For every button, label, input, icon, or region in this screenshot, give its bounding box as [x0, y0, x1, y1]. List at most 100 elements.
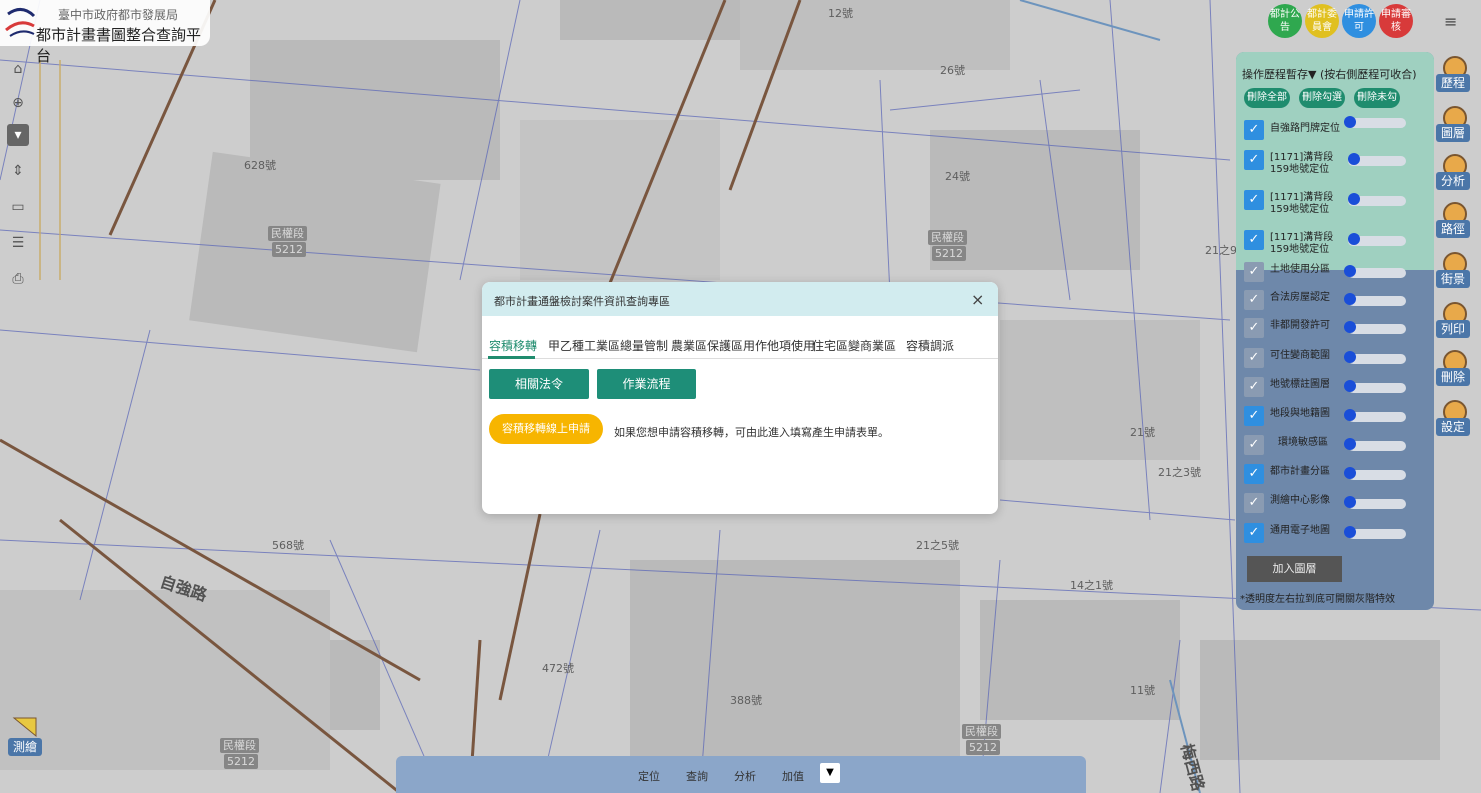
opacity-slider-knob[interactable] — [1344, 496, 1356, 508]
checkbox[interactable]: ✓ — [1244, 406, 1264, 426]
active-tab-indicator — [488, 356, 535, 359]
ruler-icon[interactable]: ▭ — [7, 196, 29, 218]
checkbox[interactable]: ✓ — [1244, 230, 1264, 250]
tab-volume-transfer[interactable]: 容積移轉 — [489, 337, 537, 354]
opacity-slider-knob[interactable] — [1344, 116, 1356, 128]
apply-permit-button[interactable]: 申請許可 — [1342, 4, 1376, 38]
opacity-slider-track[interactable] — [1348, 268, 1406, 278]
opacity-slider-knob[interactable] — [1344, 380, 1356, 392]
tab-volume-allocation[interactable]: 容積調派 — [906, 337, 954, 354]
opacity-slider-track[interactable] — [1348, 354, 1406, 364]
checkbox[interactable]: ✓ — [1244, 262, 1264, 282]
opacity-slider-track[interactable] — [1348, 324, 1406, 334]
opacity-slider-knob[interactable] — [1344, 265, 1356, 277]
measure-button[interactable]: 測繪 — [8, 716, 42, 756]
opacity-slider-track[interactable] — [1348, 499, 1406, 509]
history-title[interactable]: 操作歷程暫存▼ (按右側歷程可收合) — [1242, 66, 1417, 82]
layer-label: 地段與地籍圖 — [1270, 408, 1330, 419]
layer-item[interactable]: ✓ 地號標註圖層 — [1244, 375, 1429, 397]
route-side-button[interactable]: 路徑 — [1436, 202, 1470, 242]
streetview-side-button[interactable]: 街景 — [1436, 252, 1470, 292]
compass-icon[interactable]: ⇕ — [7, 160, 29, 182]
checkbox[interactable]: ✓ — [1244, 348, 1264, 368]
checkbox[interactable]: ✓ — [1244, 318, 1264, 338]
agency-name: 臺中市政府都市發展局 — [58, 8, 179, 22]
opacity-slider-track[interactable] — [1348, 118, 1406, 128]
tab-residential-to-commercial[interactable]: 住宅區變商業區 — [812, 337, 896, 354]
platform-title: 都市計畫書圖整合查詢平台 — [36, 26, 202, 65]
print-side-button[interactable]: 列印 — [1436, 302, 1470, 342]
delete-all-button[interactable]: 刪除全部 — [1244, 88, 1290, 108]
checkbox[interactable]: ✓ — [1244, 435, 1264, 455]
analysis-side-button[interactable]: 分析 — [1436, 154, 1470, 194]
opacity-slider-knob[interactable] — [1348, 153, 1360, 165]
layer-label: 測繪中心影像 — [1270, 495, 1330, 506]
opacity-slider-knob[interactable] — [1344, 409, 1356, 421]
opacity-slider-knob[interactable] — [1344, 351, 1356, 363]
opacity-slider-knob[interactable] — [1348, 193, 1360, 205]
workflow-button[interactable]: 作業流程 — [597, 369, 696, 399]
close-icon[interactable]: × — [971, 290, 984, 309]
opacity-slider-knob[interactable] — [1348, 233, 1360, 245]
delete-checked-button[interactable]: 刪除勾選 — [1299, 88, 1345, 108]
opacity-slider-track[interactable] — [1348, 441, 1406, 451]
opacity-slider-knob[interactable] — [1344, 438, 1356, 450]
checkbox[interactable]: ✓ — [1244, 493, 1264, 513]
history-item[interactable]: ✓ [1171]溝背段 159地號定位 — [1244, 188, 1429, 218]
history-item[interactable]: ✓ 自強路門牌定位 — [1244, 116, 1429, 140]
layer-item[interactable]: ✓ 非都開發許可 — [1244, 316, 1429, 338]
collapse-icon[interactable]: ▾ — [7, 124, 29, 146]
home-icon[interactable]: ⌂ — [7, 58, 29, 80]
layer-item[interactable]: ✓ 都市計畫分區 — [1244, 462, 1429, 484]
opacity-slider-track[interactable] — [1348, 529, 1406, 539]
add-layer-button[interactable]: 加入圖層 — [1247, 556, 1342, 582]
tab-agricultural-use[interactable]: 農業區保護區用作他項使用 — [671, 337, 815, 354]
layer-item[interactable]: ✓ 合法房屋認定 — [1244, 288, 1429, 310]
opacity-slider-track[interactable] — [1348, 383, 1406, 393]
history-item[interactable]: ✓ [1171]溝背段 159地號定位 — [1244, 148, 1429, 178]
site-logo[interactable]: 臺中市政府都市發展局 都市計畫書圖整合查詢平台 — [0, 0, 210, 65]
layer-item[interactable]: ✓ 環境敏感區 — [1244, 433, 1429, 455]
opacity-slider-track[interactable] — [1348, 296, 1406, 306]
layers-side-button[interactable]: 圖層 — [1436, 106, 1470, 146]
checkbox[interactable]: ✓ — [1244, 120, 1264, 140]
checkbox[interactable]: ✓ — [1244, 190, 1264, 210]
layer-item[interactable]: ✓ 土地使用分區 — [1244, 260, 1429, 282]
history-side-button[interactable]: 歷程 — [1436, 56, 1470, 96]
checkbox[interactable]: ✓ — [1244, 290, 1264, 310]
online-apply-button[interactable]: 容積移轉線上申請 — [489, 414, 603, 444]
tab-divider — [482, 358, 998, 359]
plan-committee-button[interactable]: 都計委員會 — [1305, 4, 1339, 38]
delete-unchecked-button[interactable]: 刪除未勾 — [1354, 88, 1400, 108]
bottom-toggle-button[interactable]: ▼ — [820, 763, 840, 783]
layer-item[interactable]: ✓ 可住變商範圍 — [1244, 346, 1429, 368]
menu-icon[interactable]: ≡ — [1444, 12, 1457, 31]
delete-side-button[interactable]: 刪除 — [1436, 350, 1470, 390]
history-item[interactable]: ✓ [1171]溝背段 159地號定位 — [1244, 228, 1429, 258]
locate-icon[interactable]: ⊕ — [7, 92, 29, 114]
analysis-tab[interactable]: 分析 — [734, 768, 756, 784]
query-tab[interactable]: 查詢 — [686, 768, 708, 784]
settings-side-button[interactable]: 設定 — [1436, 400, 1470, 440]
opacity-slider-knob[interactable] — [1344, 321, 1356, 333]
layers-icon[interactable]: ☰ — [7, 232, 29, 254]
regulations-button[interactable]: 相關法令 — [489, 369, 589, 399]
apply-review-button[interactable]: 申請審核 — [1379, 4, 1413, 38]
urban-plan-notice-button[interactable]: 都計公告 — [1268, 4, 1302, 38]
print-icon[interactable]: ⎙ — [7, 268, 29, 290]
tab-industrial-control[interactable]: 甲乙種工業區總量管制 — [548, 337, 668, 354]
layer-item[interactable]: ✓ 通用電子地圖 — [1244, 521, 1429, 543]
checkbox[interactable]: ✓ — [1244, 464, 1264, 484]
value-added-tab[interactable]: 加值 — [782, 768, 804, 784]
opacity-slider-knob[interactable] — [1344, 526, 1356, 538]
checkbox[interactable]: ✓ — [1244, 150, 1264, 170]
opacity-slider-knob[interactable] — [1344, 293, 1356, 305]
opacity-slider-knob[interactable] — [1344, 467, 1356, 479]
locate-tab[interactable]: 定位 — [638, 768, 660, 784]
checkbox[interactable]: ✓ — [1244, 523, 1264, 543]
opacity-slider-track[interactable] — [1348, 470, 1406, 480]
layer-item[interactable]: ✓ 地段與地籍圖 — [1244, 404, 1429, 426]
opacity-slider-track[interactable] — [1348, 412, 1406, 422]
checkbox[interactable]: ✓ — [1244, 377, 1264, 397]
layer-item[interactable]: ✓ 測繪中心影像 — [1244, 491, 1429, 513]
